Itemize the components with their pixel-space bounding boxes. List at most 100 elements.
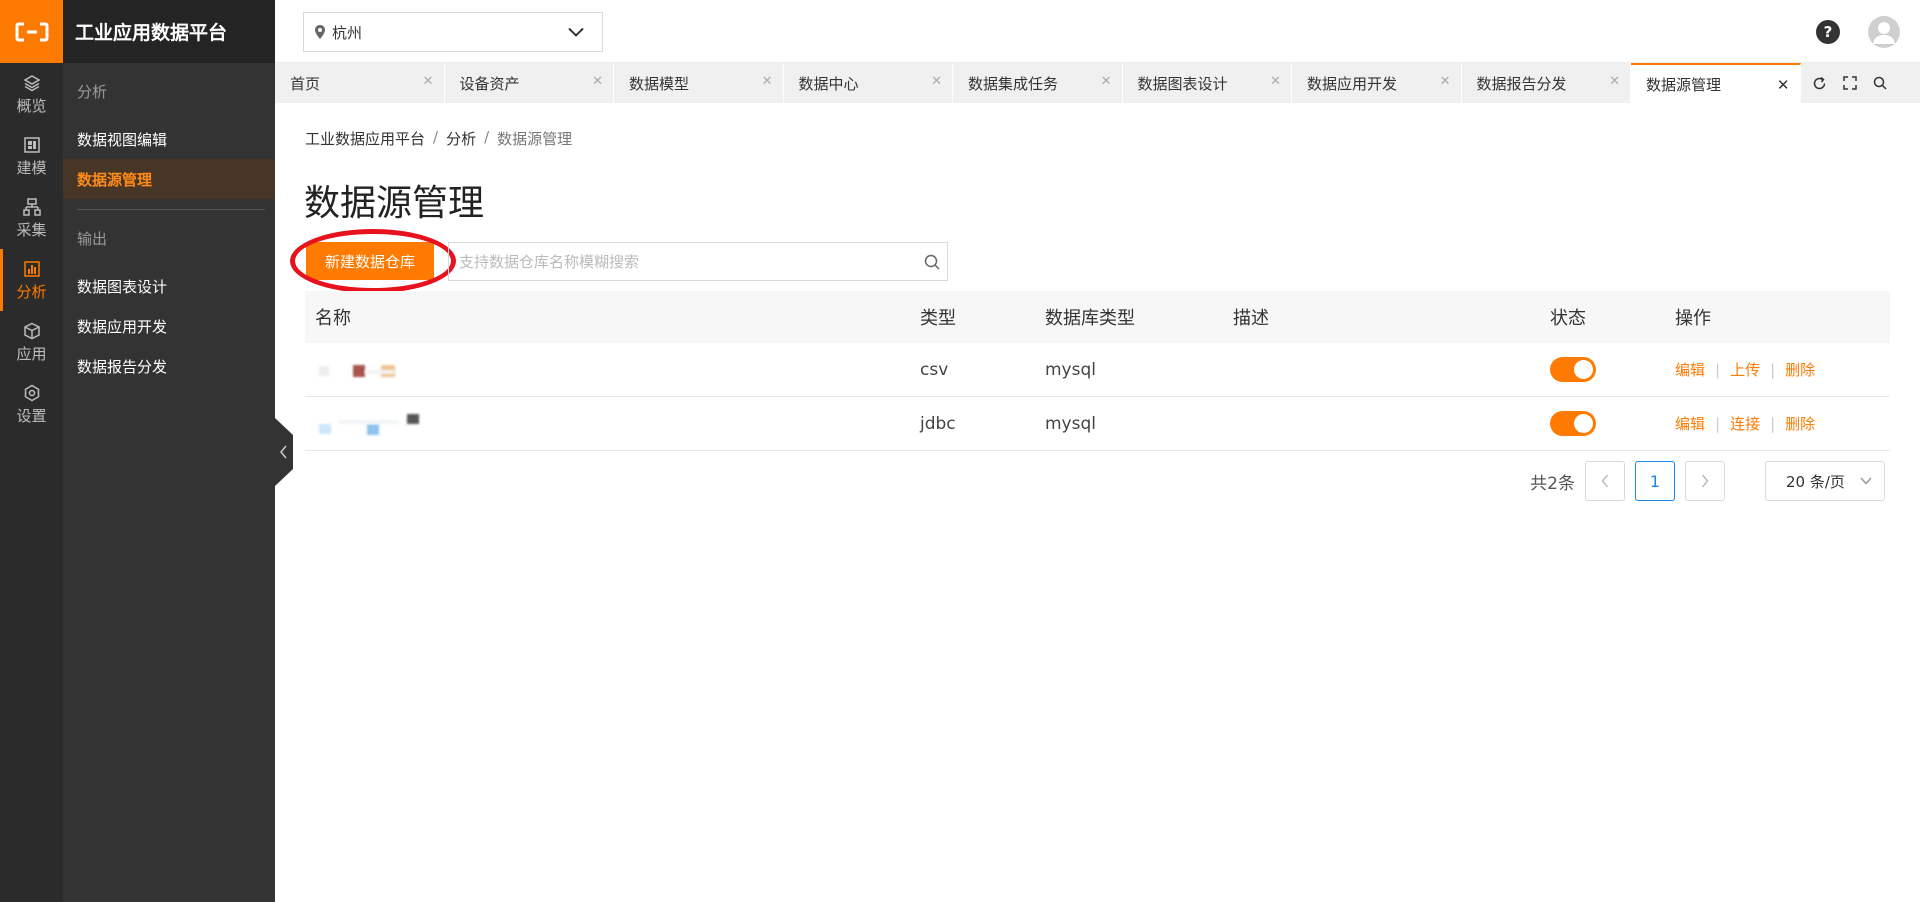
edit-link[interactable]: 编辑 — [1675, 359, 1705, 380]
tab-label: 数据模型 — [629, 74, 690, 93]
close-icon[interactable]: ✕ — [931, 74, 942, 89]
sidebar-item-data-view-edit[interactable]: 数据视图编辑 — [63, 119, 275, 159]
cell-db-type: mysql — [1045, 413, 1096, 434]
tab-label: 数据中心 — [798, 74, 859, 93]
close-icon[interactable]: ✕ — [1101, 74, 1112, 89]
city-select-value: 杭州 — [332, 23, 363, 42]
breadcrumb-separator: / — [484, 128, 490, 146]
ops-divider: | — [1770, 360, 1776, 379]
breadcrumb-root[interactable]: 工业数据应用平台 — [305, 128, 425, 149]
close-icon[interactable]: ✕ — [423, 74, 434, 89]
search-icon[interactable] — [917, 254, 947, 270]
rail-label: 采集 — [16, 220, 47, 239]
tab-home[interactable]: 首页 ✕ — [275, 63, 445, 103]
rail-label: 设置 — [16, 406, 47, 425]
refresh-icon[interactable] — [1811, 74, 1829, 92]
rail-label: 概览 — [16, 96, 47, 115]
settings-icon — [23, 383, 41, 403]
avatar[interactable] — [1868, 16, 1900, 48]
app-title: 工业应用数据平台 — [63, 0, 275, 63]
prev-page-button[interactable] — [1585, 461, 1625, 501]
model-icon — [23, 135, 41, 155]
redacted-name — [315, 412, 435, 436]
sidebar-item-chart-design[interactable]: 数据图表设计 — [63, 266, 275, 306]
cell-status — [1550, 411, 1675, 436]
tab-data-center[interactable]: 数据中心 ✕ — [784, 63, 953, 103]
tab-label: 数据集成任务 — [968, 74, 1059, 93]
upload-link[interactable]: 上传 — [1730, 359, 1760, 380]
col-header-status: 状态 — [1550, 308, 1586, 329]
tab-device-assets[interactable]: 设备资产 ✕ — [445, 63, 614, 103]
sidebar-item-datasource-manage[interactable]: 数据源管理 — [63, 159, 275, 199]
search-icon[interactable] — [1871, 74, 1889, 92]
delete-link[interactable]: 删除 — [1785, 413, 1815, 434]
cell-ops: 编辑 | 连接 | 删除 — [1675, 413, 1890, 434]
tab-integration-tasks[interactable]: 数据集成任务 ✕ — [953, 63, 1123, 103]
tab-app-dev[interactable]: 数据应用开发 ✕ — [1292, 63, 1462, 103]
chevron-down-icon — [1860, 477, 1872, 485]
close-icon[interactable]: ✕ — [1270, 74, 1281, 89]
city-select[interactable]: 杭州 — [303, 12, 603, 52]
rail-item-settings[interactable]: 设置 — [0, 373, 63, 435]
close-icon[interactable]: ✕ — [592, 74, 603, 89]
tab-label: 数据图表设计 — [1137, 74, 1228, 93]
pagination-total: 共2条 — [1530, 473, 1575, 494]
sidebar-collapse-handle[interactable] — [275, 418, 293, 486]
status-toggle[interactable] — [1550, 411, 1596, 436]
layers-icon — [22, 73, 41, 93]
icon-rail: 概览 建模 采集 分析 应用 设置 — [0, 0, 63, 902]
chevron-left-icon — [1601, 474, 1609, 488]
tab-label: 数据源管理 — [1646, 75, 1722, 94]
rail-label: 分析 — [16, 282, 47, 301]
cell-ops: 编辑 | 上传 | 删除 — [1675, 359, 1890, 380]
close-icon[interactable]: ✕ — [1609, 74, 1620, 89]
datasource-table: 名称 类型 数据库类型 描述 状态 操作 csv mysql 编辑 | 上传 |… — [305, 291, 1890, 451]
search-box — [448, 242, 948, 281]
edit-link[interactable]: 编辑 — [1675, 413, 1705, 434]
page-number-current[interactable]: 1 — [1635, 461, 1675, 501]
table-row: csv mysql 编辑 | 上传 | 删除 — [305, 343, 1890, 397]
cell-type: csv — [920, 359, 949, 380]
col-header-type: 类型 — [920, 308, 956, 329]
next-page-button[interactable] — [1685, 461, 1725, 501]
tab-report-dist[interactable]: 数据报告分发 ✕ — [1462, 63, 1631, 103]
logo — [0, 0, 63, 63]
tab-data-model[interactable]: 数据模型 ✕ — [614, 63, 784, 103]
rail-item-overview[interactable]: 概览 — [0, 63, 63, 125]
tab-label: 数据报告分发 — [1476, 74, 1567, 93]
ops-divider: | — [1715, 360, 1721, 379]
status-toggle[interactable] — [1550, 357, 1596, 382]
close-icon[interactable]: ✕ — [1777, 76, 1790, 94]
breadcrumb-current: 数据源管理 — [497, 130, 573, 148]
breadcrumb-analysis[interactable]: 分析 — [446, 128, 476, 149]
rail-item-apps[interactable]: 应用 — [0, 311, 63, 373]
ops-divider: | — [1715, 414, 1721, 433]
rail-item-collect[interactable]: 采集 — [0, 187, 63, 249]
tab-label: 数据应用开发 — [1307, 74, 1398, 93]
connect-link[interactable]: 连接 — [1730, 413, 1760, 434]
tab-chart-design[interactable]: 数据图表设计 ✕ — [1123, 63, 1292, 103]
chevron-left-icon — [280, 445, 287, 459]
user-avatar-icon — [1873, 22, 1895, 44]
col-header-db-type: 数据库类型 — [1045, 308, 1135, 329]
rail-item-analysis[interactable]: 分析 — [0, 249, 63, 311]
new-warehouse-button[interactable]: 新建数据仓库 — [306, 242, 434, 280]
close-icon[interactable]: ✕ — [762, 74, 773, 89]
page-size-select[interactable]: 20 条/页 — [1765, 461, 1885, 501]
logo-icon — [15, 22, 48, 41]
tab-datasource-manage[interactable]: 数据源管理 ✕ — [1631, 63, 1801, 103]
cell-status — [1550, 357, 1675, 382]
table-row: jdbc mysql 编辑 | 连接 | 删除 — [305, 397, 1890, 451]
sidebar-item-report-dist[interactable]: 数据报告分发 — [63, 346, 275, 386]
help-icon[interactable]: ? — [1816, 20, 1840, 44]
rail-label: 建模 — [16, 158, 47, 177]
fullscreen-icon[interactable] — [1841, 74, 1859, 92]
rail-item-modeling[interactable]: 建模 — [0, 125, 63, 187]
cell-name — [305, 358, 920, 382]
close-icon[interactable]: ✕ — [1440, 74, 1451, 89]
search-input[interactable] — [449, 243, 917, 280]
chevron-down-icon — [568, 27, 584, 37]
cell-type: jdbc — [920, 413, 956, 434]
sidebar-item-app-dev[interactable]: 数据应用开发 — [63, 306, 275, 346]
delete-link[interactable]: 删除 — [1785, 359, 1815, 380]
